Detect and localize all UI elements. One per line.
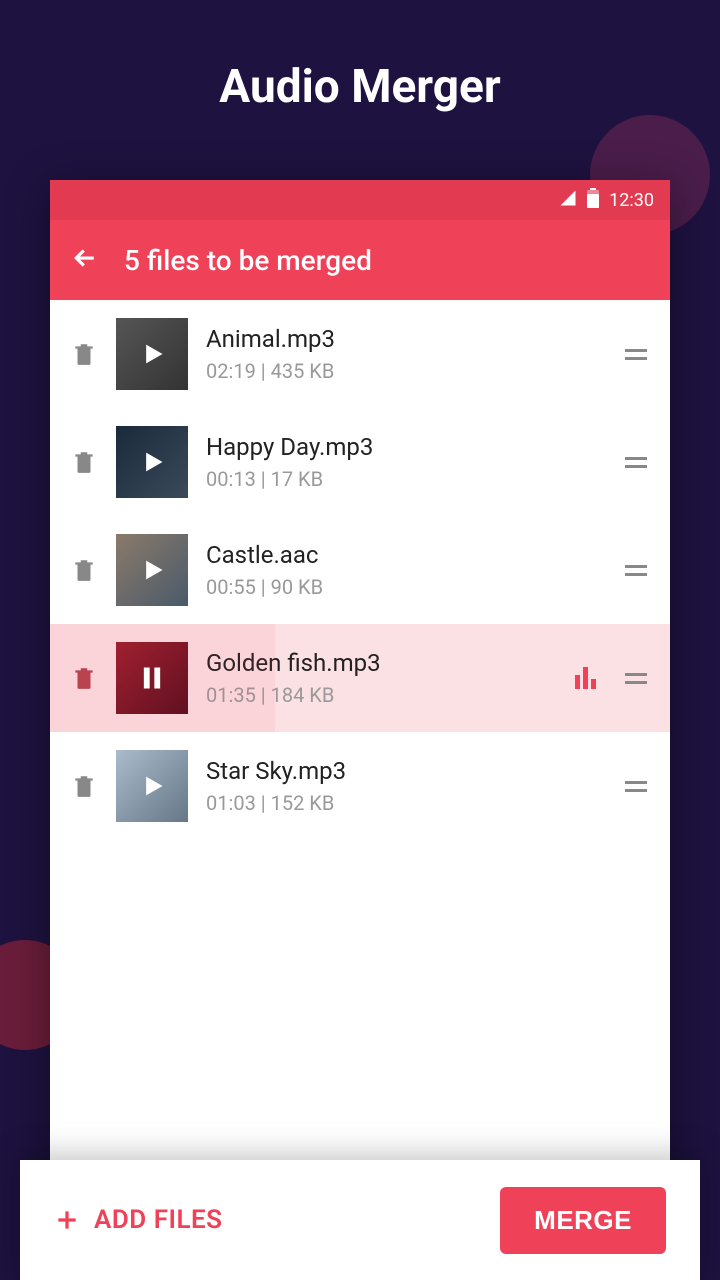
drag-handle-icon[interactable]	[622, 457, 650, 468]
file-meta: 01:35 | 184 KB	[206, 683, 557, 707]
file-info: Animal.mp3 02:19 | 435 KB	[206, 325, 604, 383]
file-meta: 00:55 | 90 KB	[206, 575, 604, 599]
file-info: Golden fish.mp3 01:35 | 184 KB	[206, 649, 557, 707]
pause-thumbnail[interactable]	[116, 642, 188, 714]
file-info: Star Sky.mp3 01:03 | 152 KB	[206, 757, 604, 815]
signal-icon	[559, 189, 577, 212]
status-bar: 12:30	[50, 180, 670, 220]
drag-handle-icon[interactable]	[622, 349, 650, 360]
file-name: Animal.mp3	[206, 325, 604, 353]
merge-button[interactable]: MERGE	[500, 1187, 666, 1254]
play-thumbnail[interactable]	[116, 534, 188, 606]
play-thumbnail[interactable]	[116, 426, 188, 498]
add-files-button[interactable]: ADD FILES	[54, 1205, 223, 1235]
delete-icon[interactable]	[70, 447, 98, 477]
file-name: Golden fish.mp3	[206, 649, 557, 677]
play-thumbnail[interactable]	[116, 750, 188, 822]
battery-icon	[587, 188, 599, 213]
file-name: Star Sky.mp3	[206, 757, 604, 785]
page-title: Audio Merger	[0, 0, 720, 114]
file-meta: 02:19 | 435 KB	[206, 359, 604, 383]
file-name: Castle.aac	[206, 541, 604, 569]
file-row[interactable]: Happy Day.mp3 00:13 | 17 KB	[50, 408, 670, 516]
file-row[interactable]: Castle.aac 00:55 | 90 KB	[50, 516, 670, 624]
back-icon[interactable]	[70, 243, 100, 277]
add-files-label: ADD FILES	[94, 1205, 223, 1235]
drag-handle-icon[interactable]	[622, 673, 650, 684]
play-thumbnail[interactable]	[116, 318, 188, 390]
delete-icon[interactable]	[70, 555, 98, 585]
file-name: Happy Day.mp3	[206, 433, 604, 461]
drag-handle-icon[interactable]	[622, 781, 650, 792]
file-meta: 00:13 | 17 KB	[206, 467, 604, 491]
delete-icon[interactable]	[70, 663, 98, 693]
status-time: 12:30	[609, 190, 654, 211]
file-row[interactable]: Animal.mp3 02:19 | 435 KB	[50, 300, 670, 408]
equalizer-icon	[575, 667, 596, 689]
delete-icon[interactable]	[70, 771, 98, 801]
app-bar-title: 5 files to be merged	[124, 244, 372, 277]
drag-handle-icon[interactable]	[622, 565, 650, 576]
phone-frame: 12:30 5 files to be merged Animal.mp3 02:…	[50, 180, 670, 1280]
file-info: Castle.aac 00:55 | 90 KB	[206, 541, 604, 599]
file-row[interactable]: Star Sky.mp3 01:03 | 152 KB	[50, 732, 670, 840]
bottom-bar: ADD FILES MERGE	[20, 1160, 700, 1280]
file-list: Animal.mp3 02:19 | 435 KB Happy Day.mp3 00:…	[50, 300, 670, 1280]
app-bar: 5 files to be merged	[50, 220, 670, 300]
delete-icon[interactable]	[70, 339, 98, 369]
file-row[interactable]: Golden fish.mp3 01:35 | 184 KB	[50, 624, 670, 732]
file-meta: 01:03 | 152 KB	[206, 791, 604, 815]
file-info: Happy Day.mp3 00:13 | 17 KB	[206, 433, 604, 491]
